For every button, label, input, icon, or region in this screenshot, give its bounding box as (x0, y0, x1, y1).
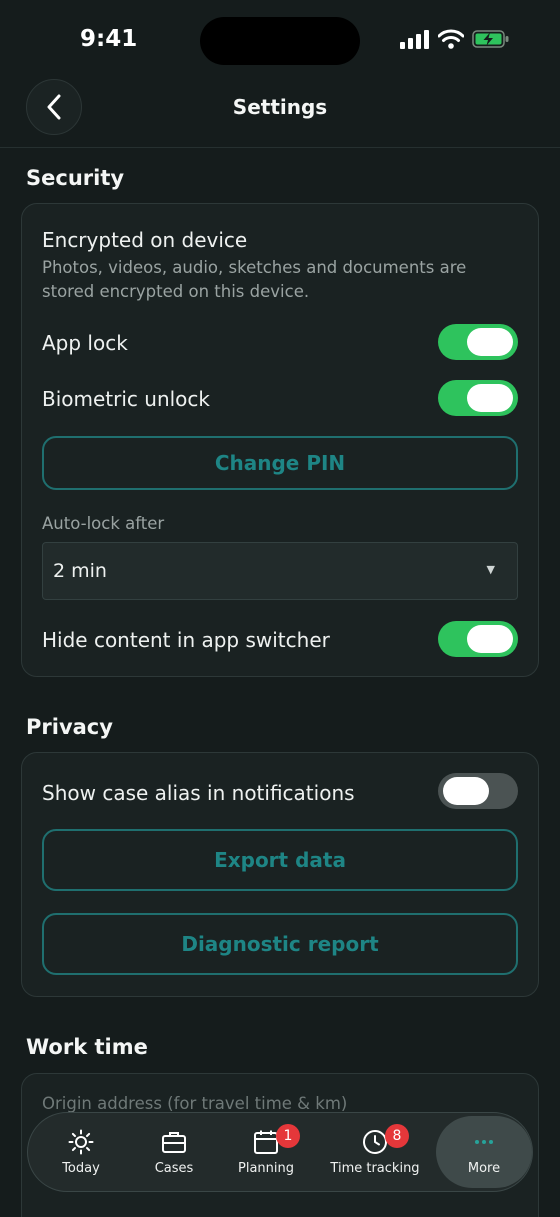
tab-more[interactable]: More (436, 1116, 532, 1188)
status-icons (400, 29, 510, 49)
case-alias-label: Show case alias in notifications (42, 781, 355, 805)
encrypted-title: Encrypted on device (42, 228, 248, 252)
section-title-security: Security (26, 166, 125, 190)
biometric-unlock-toggle[interactable] (438, 380, 518, 416)
export-data-button[interactable]: Export data (42, 829, 518, 891)
section-title-work-time: Work time (26, 1035, 148, 1059)
dynamic-island (200, 17, 360, 65)
battery-charging-icon (472, 30, 509, 48)
change-pin-button[interactable]: Change PIN (42, 436, 518, 490)
wifi-icon (438, 29, 464, 49)
dropdown-arrow-icon: ▼ (486, 563, 495, 576)
tab-label: Time tracking (330, 1160, 420, 1176)
hide-content-toggle[interactable] (438, 621, 518, 657)
planning-badge: 1 (276, 1124, 300, 1148)
origin-address-label: Origin address (for travel time & km) (42, 1094, 348, 1113)
briefcase-icon (162, 1131, 186, 1153)
tab-time-tracking[interactable]: Time tracking 8 (314, 1116, 436, 1188)
tab-label: Planning (238, 1160, 294, 1176)
nav-header: Settings (0, 70, 560, 148)
tab-cases[interactable]: Cases (130, 1116, 218, 1188)
settings-content[interactable]: Security Encrypted on device Photos, vid… (0, 148, 560, 1217)
clock-icon (363, 1129, 387, 1154)
tab-label: Today (62, 1160, 100, 1176)
more-dots-icon (475, 1139, 493, 1144)
time-tracking-badge: 8 (385, 1124, 409, 1148)
auto-lock-value: 2 min (53, 560, 107, 582)
security-card: Encrypted on device Photos, videos, audi… (21, 203, 539, 677)
auto-lock-select[interactable]: 2 min ▼ (42, 542, 518, 600)
auto-lock-label: Auto-lock after (42, 514, 165, 533)
calendar-icon (254, 1130, 278, 1154)
tab-label: More (467, 1160, 501, 1176)
toggle-knob (467, 384, 513, 412)
section-title-privacy: Privacy (26, 715, 113, 739)
encrypted-description: Photos, videos, audio, sketches and docu… (42, 258, 467, 301)
status-time: 9:41 (80, 26, 138, 52)
tab-label: Cases (154, 1160, 194, 1176)
tab-bar: Today Cases Planning 1 Time tracking 8 M… (27, 1112, 533, 1192)
biometric-unlock-label: Biometric unlock (42, 387, 210, 411)
tab-planning[interactable]: Planning 1 (218, 1116, 314, 1188)
case-alias-toggle[interactable] (438, 773, 518, 809)
privacy-card: Show case alias in notifications Export … (21, 752, 539, 997)
app-lock-toggle[interactable] (438, 324, 518, 360)
toggle-knob (467, 328, 513, 356)
tab-today[interactable]: Today (32, 1116, 130, 1188)
toggle-knob (443, 777, 489, 805)
sun-icon (68, 1129, 94, 1154)
app-lock-label: App lock (42, 331, 128, 355)
page-title: Settings (232, 95, 328, 119)
toggle-knob (467, 625, 513, 653)
diagnostic-report-button[interactable]: Diagnostic report (42, 913, 518, 975)
signal-icon (400, 30, 429, 49)
hide-content-label: Hide content in app switcher (42, 628, 330, 652)
